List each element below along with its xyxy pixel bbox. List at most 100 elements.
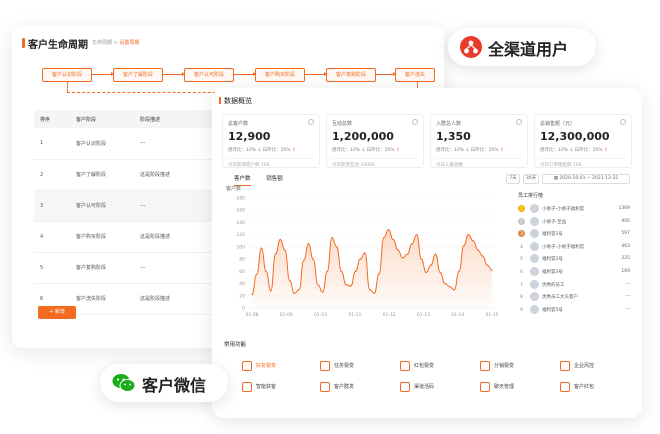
avatar — [530, 216, 539, 226]
x-tick-label: 01-15 — [485, 312, 498, 318]
info-icon[interactable] — [412, 119, 418, 125]
function-label: 红包裂变 — [414, 363, 435, 369]
ranking-row[interactable]: 1 小易子-小易子福利官 1369 — [518, 204, 630, 214]
table-row[interactable]: 4 客户购买阶段 这是阶段描述 — [34, 221, 224, 253]
range-7-days-button[interactable]: 7天 — [506, 174, 520, 184]
function-label: 客户群发 — [334, 384, 355, 390]
stat-card-group-members[interactable]: 入群总人数 1,350 周环比：10% ↓ 日环比：20% ↑ 今日入群总数 — [430, 114, 528, 168]
stat-card-interactions[interactable]: 互动总数 1,200,000 周环比：10% ↓ 日环比：20% ↑ 今日新增互… — [326, 114, 424, 168]
table-row[interactable]: 1 客户认识阶段 --- — [34, 128, 224, 160]
cell-order: 1 — [34, 128, 70, 160]
stat-compare: 周环比：10% ↓ 日环比：20% ↑ — [436, 147, 522, 153]
stat-value: 12,900 — [228, 130, 271, 143]
stat-foot: 今日入群总数 — [436, 158, 522, 168]
stage-arrow — [305, 72, 327, 76]
down-arrow-icon: ↓ — [257, 148, 262, 153]
x-tick-label: 01-09 — [280, 312, 293, 318]
up-arrow-icon: ↑ — [292, 148, 296, 153]
all-channel-label: 全渠道用户 — [488, 40, 569, 59]
table-header: 客户阶段 — [70, 110, 134, 128]
stage-box-3[interactable]: 客户认可阶段 — [184, 68, 234, 82]
data-point — [340, 270, 343, 273]
info-icon[interactable] — [620, 119, 626, 125]
stage-box-2[interactable]: 客户了解阶段 — [113, 68, 163, 82]
ranking-row[interactable]: 9 福利官5号 --- — [518, 304, 630, 315]
ranking-row[interactable]: 6 福利官3号 169 — [518, 267, 630, 277]
enterprise-risk-icon — [560, 361, 570, 371]
cell-stage: 客户复购阶段 — [70, 252, 134, 284]
stage-box-4[interactable]: 客户购买阶段 — [255, 68, 305, 82]
ranking-row[interactable]: 5 福利官2号 225 — [518, 254, 630, 264]
table-row[interactable]: 3 客户认可阶段 --- — [34, 190, 224, 222]
table-row[interactable]: 5 客户复购阶段 --- — [34, 252, 224, 284]
stat-compare-week: 周环比：10% — [332, 148, 361, 153]
data-point — [411, 243, 413, 245]
cell-stage: 客户购买阶段 — [70, 221, 134, 253]
ranking-row[interactable]: 7 优秀的员工 --- — [518, 279, 630, 290]
data-point — [279, 238, 281, 241]
task-fission-icon — [320, 361, 330, 371]
data-point — [336, 246, 338, 248]
wechat-icon — [112, 374, 136, 392]
data-point — [430, 264, 432, 266]
rank-count: 597 — [621, 231, 630, 237]
function-label: 渠道活码 — [414, 384, 435, 390]
y-axis-label: 客户数 — [226, 185, 241, 192]
data-point — [312, 258, 314, 260]
cell-desc: --- — [134, 252, 224, 284]
cell-desc: --- — [134, 128, 224, 160]
rank-count: --- — [625, 294, 630, 300]
avatar — [530, 304, 539, 314]
channel-qrcode-icon — [400, 382, 410, 392]
rank-number: 6 — [520, 269, 523, 274]
data-point — [416, 233, 418, 236]
data-point — [321, 291, 324, 293]
rank-name: 优秀员工大头客户 — [542, 295, 578, 301]
stage-box-5[interactable]: 客户复购阶段 — [326, 68, 376, 82]
y-tick-label: 20 — [239, 293, 245, 299]
rank-number: 8 — [520, 294, 523, 300]
rank-name: 福利官5号 — [542, 307, 563, 313]
add-stage-button[interactable]: + 新增 — [38, 306, 76, 319]
ranking-row[interactable]: 8 优秀员工大头客户 --- — [518, 292, 630, 302]
info-icon[interactable] — [308, 119, 314, 125]
x-tick-label: 01-12 — [383, 312, 396, 318]
stat-card-sales[interactable]: 总销售额（元） 12,300,000 周环比：10% ↓ 日环比：20% ↑ 今… — [534, 114, 632, 168]
rank-name: 福利官3号 — [542, 270, 563, 275]
rank-name: 优秀的员工 — [542, 282, 565, 288]
function-label: 智能获客 — [256, 384, 277, 390]
date-range-picker[interactable]: ▦ 2020-10-01 ~ 2021-12-31 — [542, 174, 630, 184]
cell-stage: 客户了解阶段 — [70, 159, 134, 191]
stat-label: 总销售额（元） — [540, 121, 576, 127]
info-icon[interactable] — [516, 119, 522, 125]
table-row[interactable]: 2 客户了解阶段 这是阶段描述 — [34, 159, 224, 191]
rank-count: 1369 — [618, 206, 630, 211]
ranking-row[interactable]: 3 福利官1号 597 — [518, 229, 630, 239]
avatar — [530, 204, 539, 213]
rank-name: 福利官1号 — [542, 232, 563, 238]
stage-arrow — [163, 72, 185, 76]
breadcrumb: 生命周期 > 设置周期 — [92, 39, 139, 46]
chat-manage-icon — [480, 382, 490, 392]
rank-count: 225 — [621, 256, 630, 262]
stat-compare-day: 日环比：20% — [366, 148, 395, 153]
data-point — [260, 247, 263, 249]
data-point — [481, 255, 484, 257]
avatar — [530, 292, 539, 302]
stat-card-customers[interactable]: 总客户数 12,900 周环比：10% ↓ 日环比：20% ↑ 今日新增客户数 … — [222, 114, 320, 168]
data-point — [467, 233, 470, 236]
range-30-days-button[interactable]: 30天 — [523, 174, 539, 184]
ranking-row[interactable]: 4 小易子-小易子福利官 463 — [518, 241, 630, 252]
breadcrumb-current[interactable]: 设置周期 — [119, 40, 139, 46]
rank-number: 4 — [520, 243, 523, 249]
stat-label: 互动总数 — [332, 121, 353, 127]
stage-box-6[interactable]: 客户流失 — [395, 68, 435, 82]
rank-number: 9 — [520, 306, 523, 312]
ranking-row[interactable]: 2 小易子-至品 905 — [518, 216, 630, 227]
stat-compare-day: 日环比：20% — [262, 148, 291, 153]
stage-box-1[interactable]: 客户认识阶段 — [42, 68, 92, 82]
data-point — [326, 270, 328, 273]
tab-sales[interactable]: 销售额 — [266, 176, 283, 182]
data-point — [373, 292, 376, 295]
cell-desc: --- — [134, 190, 224, 222]
